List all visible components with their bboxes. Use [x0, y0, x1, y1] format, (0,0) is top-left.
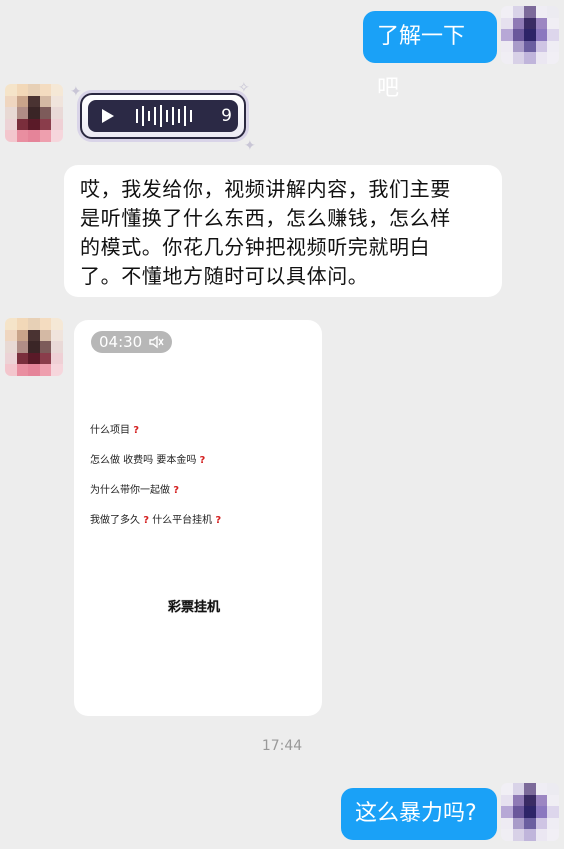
sound-wave-icon — [136, 105, 192, 127]
decoration-sparkle-icon: ✦ — [70, 84, 82, 100]
message-bubble-sent[interactable]: 了解一下吧 — [363, 11, 497, 101]
play-icon[interactable] — [102, 109, 114, 123]
question-mark-icon: ? — [173, 485, 179, 496]
avatar-contact[interactable] — [5, 318, 63, 376]
message-line: 了。不懂地方随时可以具体问。 — [80, 264, 369, 288]
avatar-self[interactable] — [501, 783, 559, 841]
voice-message[interactable]: 9 — [80, 93, 246, 139]
video-caption-line: 我做了多久 ? 什么平台挂机 ? — [90, 515, 222, 526]
mute-icon — [149, 335, 164, 349]
message-timestamp: 17:44 — [261, 738, 303, 754]
message-line: 的模式。你花几分钟把视频听完就明白 — [80, 235, 431, 259]
question-mark-icon: ? — [133, 425, 139, 436]
message-line: 是听懂换了什么东西，怎么赚钱，怎么样 — [80, 206, 451, 230]
message-bubble-sent[interactable]: 这么暴力吗? — [341, 788, 497, 840]
avatar-contact[interactable] — [5, 84, 63, 142]
message-text: 了解一下吧 — [377, 24, 466, 101]
message-text: 这么暴力吗? — [355, 801, 477, 826]
video-caption-line: 怎么做 收费吗 要本金吗 ? — [90, 455, 206, 466]
video-title: 彩票挂机 — [168, 600, 221, 615]
video-duration-badge: 04:30 — [91, 331, 173, 353]
message-line: 哎，我发给你，视频讲解内容，我们主要 — [80, 177, 451, 201]
voice-duration: 9 — [221, 106, 232, 126]
video-message[interactable]: 04:30 什么项目 ? 怎么做 收费吗 要本金吗 ? 为什么带你一起做 ? 我… — [74, 320, 322, 716]
avatar-self[interactable] — [501, 6, 559, 64]
question-mark-icon: ? — [143, 515, 149, 526]
decoration-sparkle-icon: ✦ — [244, 138, 256, 154]
video-caption-line: 为什么带你一起做 ? — [90, 485, 179, 496]
message-bubble-received[interactable]: 哎，我发给你，视频讲解内容，我们主要 是听懂换了什么东西，怎么赚钱，怎么样 的模… — [64, 165, 502, 297]
video-caption-line: 什么项目 ? — [90, 425, 139, 436]
question-mark-icon: ? — [199, 455, 206, 466]
question-mark-icon: ? — [215, 515, 222, 526]
video-time: 04:30 — [99, 333, 143, 351]
